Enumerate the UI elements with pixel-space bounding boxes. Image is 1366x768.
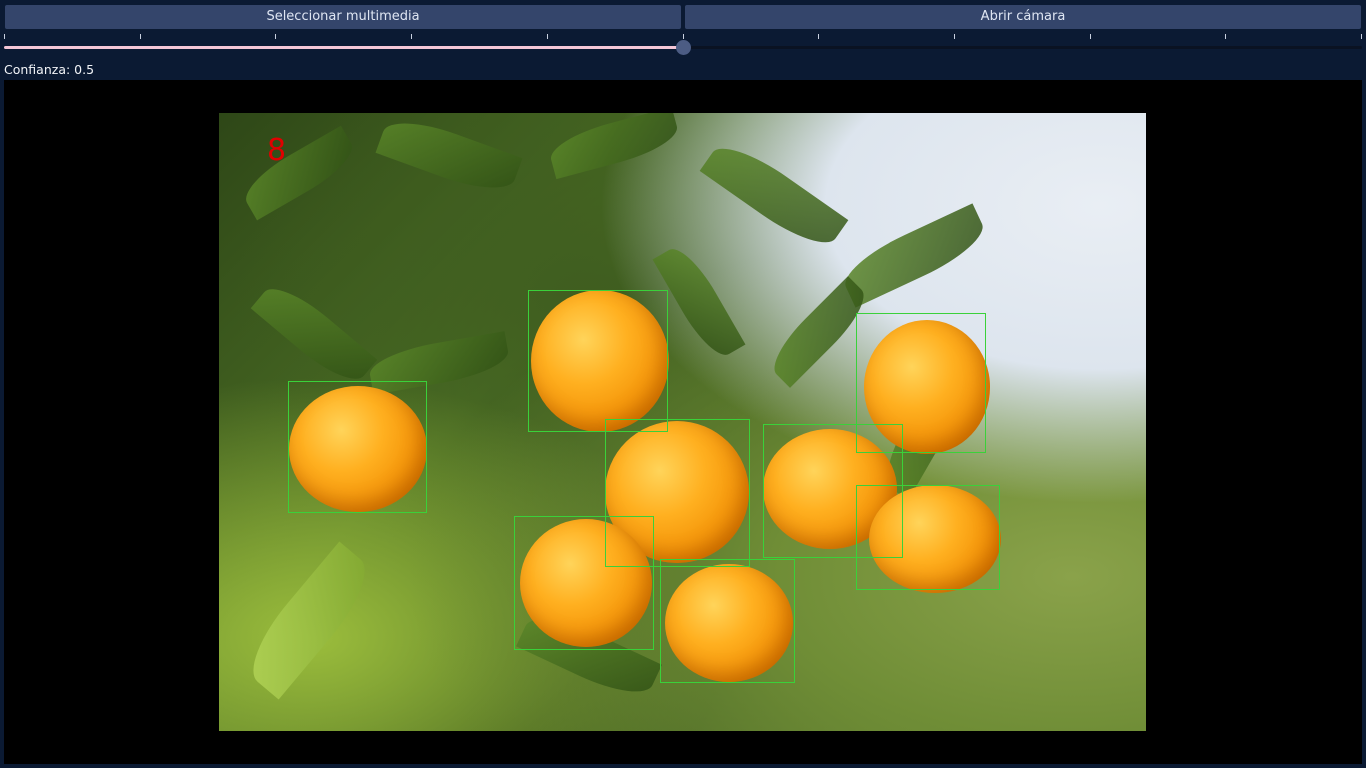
slider-tick	[683, 34, 684, 39]
slider-tick	[818, 34, 819, 39]
slider-tick	[1225, 34, 1226, 39]
leaf-shape	[375, 113, 523, 201]
detection-box	[288, 381, 427, 513]
slider-tick	[4, 34, 5, 39]
detection-box	[856, 313, 986, 453]
slider-handle[interactable]	[676, 40, 691, 55]
detection-box	[528, 290, 668, 432]
slider-tick	[1361, 34, 1362, 39]
toolbar: Seleccionar multimedia Abrir cámara	[0, 0, 1366, 32]
slider-tick	[411, 34, 412, 39]
confidence-slider[interactable]	[4, 33, 1362, 55]
select-media-button[interactable]: Seleccionar multimedia	[5, 5, 681, 29]
leaf-shape	[250, 276, 378, 392]
detection-box	[856, 485, 1000, 590]
open-camera-button[interactable]: Abrir cámara	[685, 5, 1361, 29]
leaf-shape	[236, 541, 382, 700]
confidence-label: Confianza: 0.5	[4, 62, 95, 77]
slider-fill	[4, 46, 683, 49]
image-viewer: 8	[4, 80, 1362, 764]
slider-tick	[547, 34, 548, 39]
detection-box	[514, 516, 654, 650]
leaf-shape	[546, 113, 682, 180]
detection-count: 8	[267, 133, 287, 168]
detection-box	[660, 559, 795, 683]
slider-tick	[1090, 34, 1091, 39]
slider-tick	[140, 34, 141, 39]
leaf-shape	[699, 134, 849, 257]
slider-tick	[275, 34, 276, 39]
leaf-shape	[237, 125, 361, 221]
detection-image: 8	[219, 113, 1146, 731]
slider-tick	[954, 34, 955, 39]
